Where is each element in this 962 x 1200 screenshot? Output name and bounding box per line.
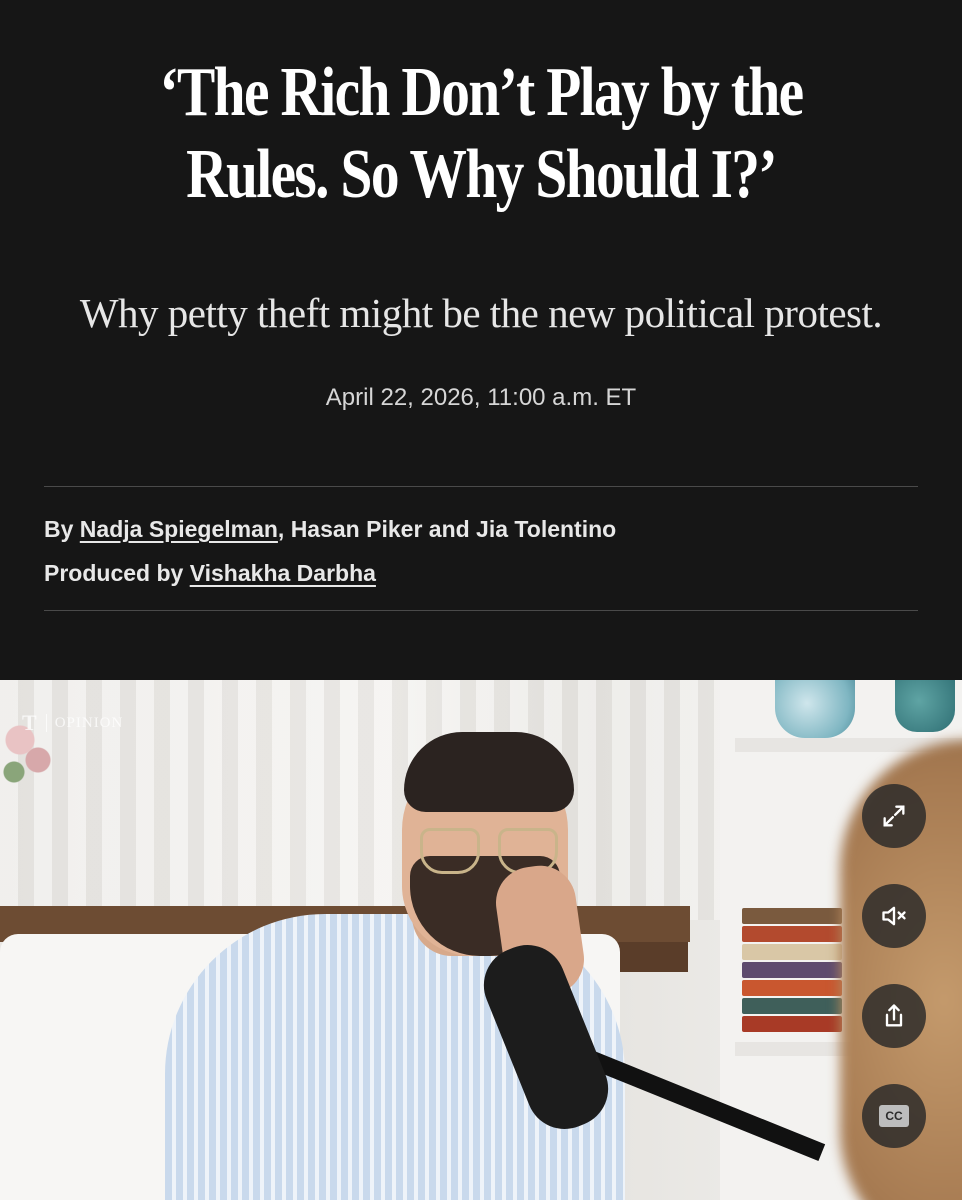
mute-toggle-button[interactable] [862, 884, 926, 948]
video-watermark: T OPINION [22, 710, 123, 736]
video-vase [775, 680, 855, 738]
headline: ‘The Rich Don’t Play by the Rules. So Wh… [159, 54, 805, 213]
producer-link-vishakha-darbha[interactable]: Vishakha Darbha [190, 560, 376, 586]
expand-icon [883, 805, 905, 827]
video-person-hair [404, 732, 574, 812]
share-button[interactable] [862, 984, 926, 1048]
nyt-logo-icon: T [22, 710, 38, 735]
fullscreen-button[interactable] [862, 784, 926, 848]
byline-other-authors: , Hasan Piker and Jia Tolentino [277, 516, 617, 542]
share-icon [885, 1004, 903, 1027]
watermark-separator [45, 714, 47, 732]
closed-captions-icon: CC [879, 1105, 909, 1127]
video-person-glasses [420, 828, 480, 874]
volume-muted-icon [882, 906, 906, 926]
video-vase [895, 680, 955, 732]
byline-prefix: By [44, 516, 74, 542]
article-header: ‘The Rich Don’t Play by the Rules. So Wh… [0, 0, 962, 680]
byline-divider-bottom [44, 610, 918, 611]
author-link-nadja-spiegelman[interactable]: Nadja Spiegelman [80, 516, 278, 542]
captions-button[interactable]: CC [862, 1084, 926, 1148]
watermark-section: OPINION [54, 714, 124, 731]
producer-prefix: Produced by [44, 560, 184, 586]
article-dek: Why petty theft might be the new politic… [79, 290, 883, 336]
producer-line: Produced by Vishakha Darbha [44, 560, 376, 587]
byline: By Nadja Spiegelman, Hasan Piker and Jia… [44, 516, 616, 543]
dateline: April 22, 2026, 11:00 a.m. ET [325, 384, 637, 411]
byline-divider-top [44, 486, 918, 487]
video-player[interactable]: T OPINION CC [0, 680, 962, 1200]
video-books [742, 908, 842, 1040]
